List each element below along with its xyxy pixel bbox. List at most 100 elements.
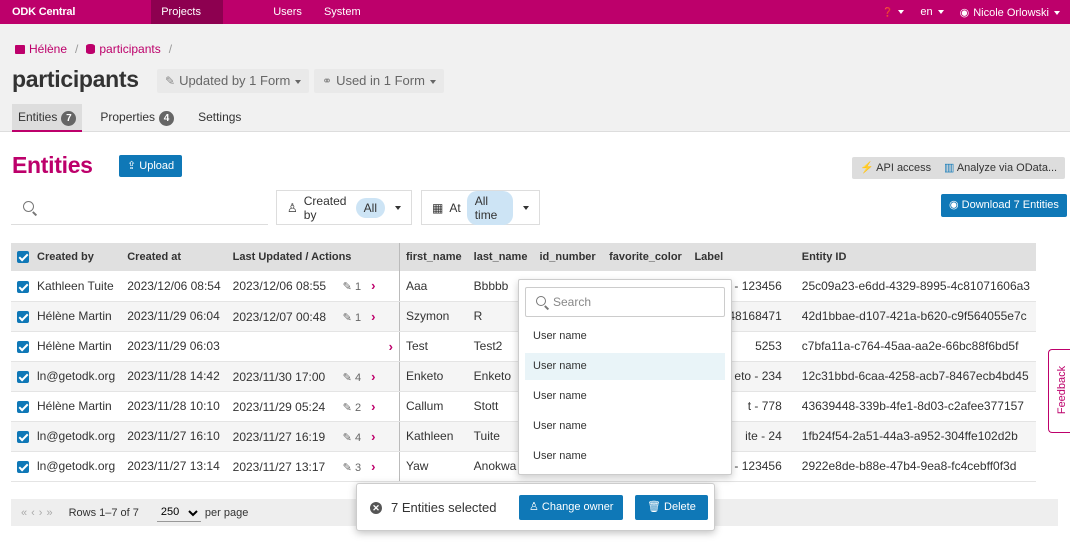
row-checkbox[interactable] [17,430,29,443]
cell-last-updated: 2023/12/06 08:55 ✎ 1 › [226,271,400,302]
change-owner-button[interactable]: ♙ Change owner [519,495,624,520]
nav-users[interactable]: Users [273,0,302,24]
cell-created-at: 2023/11/27 16:10 [121,421,227,452]
user-icon: ◉ [959,6,970,19]
chevron-down-icon [937,10,944,15]
pagination-arrows[interactable]: «‹›» [21,507,57,519]
pencil-icon: ✎ [165,74,176,88]
chevron-right-icon[interactable]: › [371,309,375,324]
chevron-down-icon [295,79,302,84]
cell-created-by: ln@getodk.org [11,451,122,482]
filter-value: All time [466,190,513,225]
trash-icon: 🗑 [647,501,665,513]
cell-created-at: 2023/12/06 08:54 [121,271,227,302]
tab-entities[interactable]: Entities 7 [12,104,83,132]
filter-value: All [355,197,385,218]
column-entity-id: Entity ID [795,243,1036,271]
selection-count: 7 Entities selected [391,500,497,515]
cell-last-updated: 2023/11/27 13:17 ✎ 3 › [226,451,400,482]
cell-first-name: Aaa [399,271,468,302]
edit-icon: ✎ 2 [342,401,362,414]
database-icon [86,44,96,54]
chevron-down-icon [1054,10,1060,15]
cell-created-by: Hélène Martin [11,391,122,422]
chevron-down-icon [395,205,401,210]
cell-first-name: Szymon [399,301,468,332]
user-menu[interactable]: ◉ Nicole Orlowski [960,6,1060,19]
row-checkbox[interactable] [17,460,29,473]
search-icon [23,201,34,212]
column-first-name: first_name [399,243,468,271]
download-button[interactable]: ◉ Download 7 Entities [941,194,1067,217]
used-in-dropdown[interactable]: ⚭ Used in 1 Form [314,69,444,93]
created-by-dropdown-menu: Search User name User name User name Use… [518,279,732,475]
user-icon: ♙ [287,200,298,215]
cell-created-by: ln@getodk.org [11,421,122,452]
cell-last-updated: 2023/11/27 16:19 ✎ 4 › [226,421,400,452]
chevron-right-icon[interactable]: › [371,399,375,414]
cell-entity-id: 1fb24f54-2a51-44a3-a952-304ffe102d2b [795,421,1036,452]
row-checkbox[interactable] [17,280,29,293]
search-input[interactable] [11,190,268,225]
odata-button[interactable]: ▥ Analyze via OData... [936,157,1066,179]
cell-created-by: Kathleen Tuite [11,271,122,302]
calendar-icon: ▦ [432,200,444,215]
top-navbar: ODK Central Projects Users System ❓ en ◉… [0,0,1070,24]
column-id-number: id_number [533,243,604,271]
dropdown-item[interactable]: User name [525,443,725,470]
column-created-at: Created at [121,243,227,271]
breadcrumb-project[interactable]: Hélène [29,42,67,56]
updated-by-dropdown[interactable]: ✎ Updated by 1 Form [157,69,310,93]
date-filter[interactable]: ▦ At All time [421,190,540,225]
cell-entity-id: c7bfa11a-c764-45aa-aa2e-66bc88f6bd5f [795,331,1036,362]
chevron-right-icon[interactable]: › [389,339,393,354]
table-header: Created by Created at Last Updated / Act… [11,243,1036,271]
cell-entity-id: 43639448-339b-4fe1-8d03-c2afee377157 [795,391,1036,422]
chevron-right-icon[interactable]: › [371,369,375,384]
cell-created-by: ln@getodk.org [11,361,122,392]
row-checkbox[interactable] [17,400,29,413]
chevron-right-icon[interactable]: › [371,459,375,474]
cell-first-name: Enketo [399,361,468,392]
dropdown-search-input[interactable]: Search [525,287,725,317]
row-checkbox[interactable] [17,310,29,323]
dropdown-item[interactable]: User name [525,413,725,440]
page-size-select[interactable]: 250 [156,503,201,522]
dropdown-item[interactable]: User name [525,353,725,380]
brand-logo[interactable]: ODK Central [0,6,87,18]
link-icon: ⚭ [322,74,333,88]
count-badge: 7 [61,111,77,126]
created-by-filter[interactable]: ♙ Created by All [276,190,412,225]
edit-icon: ✎ 4 [342,431,362,444]
selection-action-bar: ✕ 7 Entities selected ♙ Change owner 🗑 D… [356,483,715,531]
nav-projects[interactable]: Projects [151,0,224,24]
feedback-tab[interactable]: Feedback [1048,349,1070,433]
row-checkbox[interactable] [17,370,29,383]
page-header: Hélène / participants / participants ✎ Up… [0,24,1070,132]
upload-icon: ⇪ [127,160,140,172]
count-badge: 4 [159,111,175,126]
language-menu[interactable]: en [920,6,944,18]
row-checkbox[interactable] [17,340,29,353]
api-access-button[interactable]: ⚡ API access [852,157,940,179]
tab-properties[interactable]: Properties 4 [94,104,180,132]
delete-button[interactable]: 🗑 Delete [635,495,708,520]
breadcrumb-separator: / [75,42,79,56]
plug-icon: ⚡ [860,162,877,174]
chevron-right-icon[interactable]: › [371,278,375,293]
breadcrumb-dataset[interactable]: participants [99,42,160,56]
tab-settings[interactable]: Settings [192,104,247,132]
cell-created-by: Hélène Martin [11,331,122,362]
help-menu[interactable]: ❓ [882,6,905,18]
chevron-right-icon[interactable]: › [371,429,375,444]
dropdown-item[interactable]: User name [525,383,725,410]
column-created-by[interactable]: Created by [11,243,122,271]
rows-count: Rows 1–7 of 7 [68,506,139,519]
nav-system[interactable]: System [324,0,361,24]
tab-bar: Entities 7 Properties 4 Settings [12,104,259,132]
close-icon[interactable]: ✕ [370,502,382,514]
cell-first-name: Callum [399,391,468,422]
select-all-checkbox[interactable] [17,251,29,264]
dropdown-item[interactable]: User name [525,323,725,350]
upload-button[interactable]: ⇪ Upload [119,155,183,177]
